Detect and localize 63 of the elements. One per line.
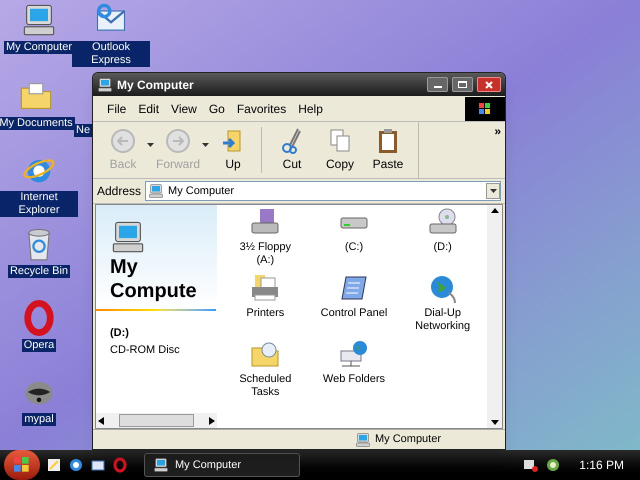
selection-description: CD-ROM Disc (110, 342, 181, 358)
folder-item-label[interactable]: (D:) (406, 241, 479, 254)
globe-e-icon[interactable] (68, 457, 84, 473)
address-field[interactable]: My Computer (145, 181, 501, 201)
taskbar-button[interactable]: My Computer (144, 453, 300, 477)
desktop-icon-label[interactable]: Outlook Express (72, 41, 150, 67)
desktop-icon-label[interactable]: My Computer (4, 41, 74, 54)
panel-title: My Compute (110, 255, 198, 303)
minimize-button[interactable] (427, 77, 448, 92)
address-dropdown-button[interactable] (486, 183, 500, 199)
toolbar-button[interactable]: Paste (364, 127, 412, 173)
menu-item[interactable]: Edit (132, 100, 166, 118)
letter-o-icon[interactable] (112, 457, 128, 473)
tray-icon[interactable] (523, 457, 540, 473)
desktop-icon-label[interactable]: Internet Explorer (0, 191, 78, 217)
toolbar-button[interactable]: Up (209, 127, 257, 173)
selection-name: (D:) (110, 326, 130, 341)
notepad-icon[interactable] (46, 457, 62, 473)
toolbar-button[interactable]: Cut (268, 127, 316, 173)
tray-globe-icon[interactable] (545, 457, 562, 473)
computer-icon (97, 76, 113, 92)
clock: 1:16 PM (578, 457, 625, 474)
toolbar-button[interactable]: Copy (316, 127, 364, 173)
address-label: Address (97, 183, 142, 200)
menu-item[interactable]: Go (202, 100, 231, 118)
menu-item[interactable]: Help (292, 100, 329, 118)
desktop-icon-label[interactable]: Ne (74, 124, 92, 137)
menu-item[interactable]: Favorites (230, 100, 292, 118)
start-button[interactable] (4, 450, 40, 480)
hard-drive-icon (338, 217, 370, 229)
desktop-icon-label[interactable]: My Documents (0, 117, 75, 130)
menu-item[interactable]: File (101, 100, 132, 118)
folder-item-label[interactable]: Scheduled Tasks (229, 373, 302, 399)
flag-icon (14, 457, 30, 473)
horizontal-scrollbar[interactable] (96, 413, 217, 428)
folder-item-label[interactable]: Control Panel (318, 307, 390, 320)
desktop-icon-label[interactable]: Recycle Bin (8, 265, 70, 278)
maximize-button[interactable] (452, 77, 473, 92)
scroll-left-icon (98, 416, 104, 424)
close-icon (485, 80, 493, 88)
caret-icon (490, 189, 496, 193)
desktop-icon-label[interactable]: Opera (22, 339, 56, 352)
computer-icon (110, 219, 146, 255)
scroll-right-icon (209, 416, 215, 424)
computer-icon (153, 457, 169, 473)
folder-item-label[interactable]: Printers (229, 307, 302, 320)
folder-item-label[interactable]: 3½ Floppy (A:) (229, 241, 302, 267)
computer-icon (148, 183, 164, 199)
vertical-scrollbar[interactable] (487, 205, 502, 428)
computer-icon (355, 432, 371, 448)
folder-item-label[interactable]: Web Folders (318, 373, 390, 386)
toolbar-overflow[interactable]: » (494, 122, 501, 178)
scroll-down-icon (490, 420, 498, 425)
scroll-up-icon (490, 208, 498, 213)
computer-icon (21, 2, 57, 38)
folder-item-label[interactable]: Dial-Up Networking (406, 307, 479, 333)
window-title: My Computer (117, 76, 195, 94)
status-text: My Computer (375, 432, 442, 448)
close-button[interactable] (477, 77, 501, 92)
folder-item-label[interactable]: (C:) (318, 241, 390, 254)
menu-item[interactable]: View (165, 100, 203, 118)
desktop-icon-label[interactable]: mypal (22, 413, 56, 426)
flag-icon (479, 102, 491, 114)
